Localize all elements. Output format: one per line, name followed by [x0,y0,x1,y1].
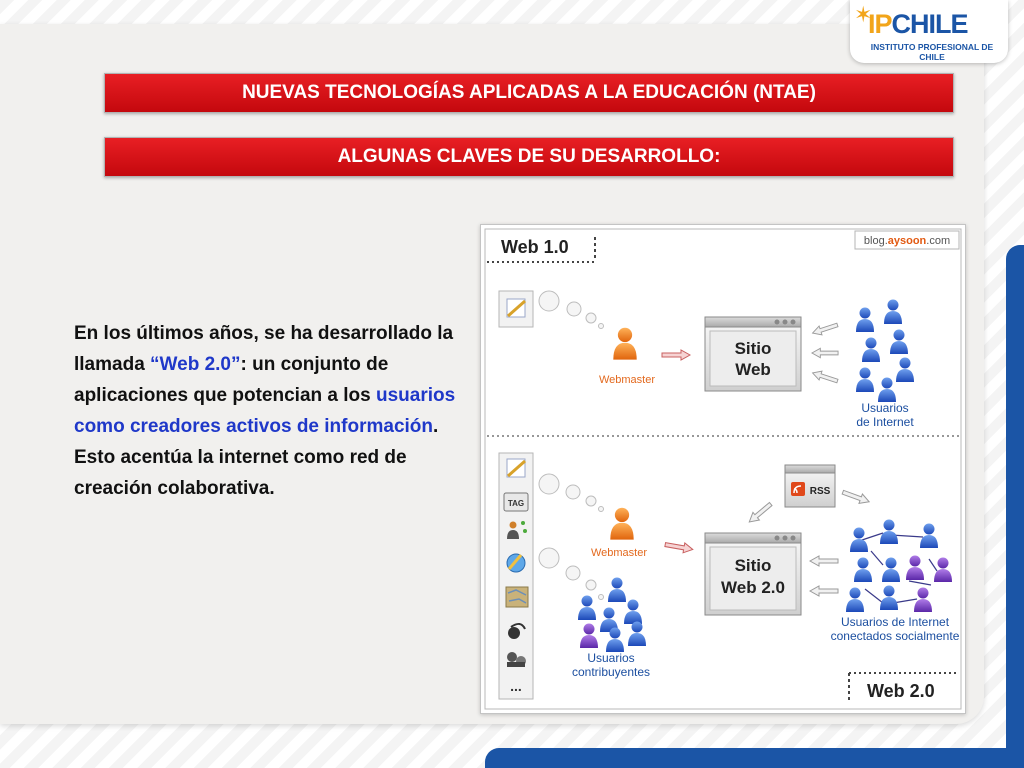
social-users-label-2: conectados socialmente [831,629,960,643]
webmaster-label-1: Webmaster [599,374,655,386]
social-users-label-1: Usuarios de Internet [841,615,950,629]
title-bar: NUEVAS TECNOLOGÍAS APLICADAS A LA EDUCAC… [104,73,954,113]
contributors-label-1: Usuarios [587,651,634,665]
svg-text:Web: Web [735,360,771,379]
web1-label: Web 1.0 [501,237,569,257]
map-icon [505,586,529,608]
web2-label: Web 2.0 [867,681,935,701]
page-title: NUEVAS TECNOLOGÍAS APLICADAS A LA EDUCAC… [242,82,816,103]
pencil-icon [506,298,526,318]
blue-accent-right [1006,245,1024,768]
logo-wordmark: IPCHILE [868,9,969,39]
rss-window: RSS [784,464,836,508]
ipchile-logo: ✶ IPCHILE INSTITUTO PROFESIONAL DE CHILE [850,0,1008,63]
svg-text:TAG: TAG [508,499,524,508]
more-icon: ... [510,678,522,694]
browser-icon [506,553,526,573]
svg-text:Sitio: Sitio [735,556,772,575]
sitio-web2-window: Sitio Web 2.0 [704,532,802,616]
internet-users-label-1: Usuarios [861,401,908,415]
blue-accent-bottom [485,748,1024,768]
body-paragraph: En los últimos años, se ha desarrollado … [74,318,466,504]
blog-credit: blog.aysoon.com [864,235,950,247]
web20-term: “Web 2.0” [150,354,241,375]
internet-users-label-2: de Internet [856,415,914,429]
tag-icon: TAG [503,492,529,512]
contributors-label-2: contribuyentes [572,665,650,679]
pencil-icon [506,458,526,478]
subtitle-bar: ALGUNAS CLAVES DE SU DESARROLLO: [104,137,954,177]
svg-text:Web 2.0: Web 2.0 [721,578,785,597]
web-diagram: Web 1.0 blog.aysoon.com Webmaster Sitio … [480,224,966,714]
sitio-web-window: Sitio Web [704,316,802,392]
svg-text:Sitio: Sitio [735,339,772,358]
page-subtitle: ALGUNAS CLAVES DE SU DESARROLLO: [337,146,721,167]
svg-text:RSS: RSS [810,486,831,497]
webmaster-label-2: Webmaster [591,547,647,559]
logo-subtitle: INSTITUTO PROFESIONAL DE CHILE [870,42,994,62]
